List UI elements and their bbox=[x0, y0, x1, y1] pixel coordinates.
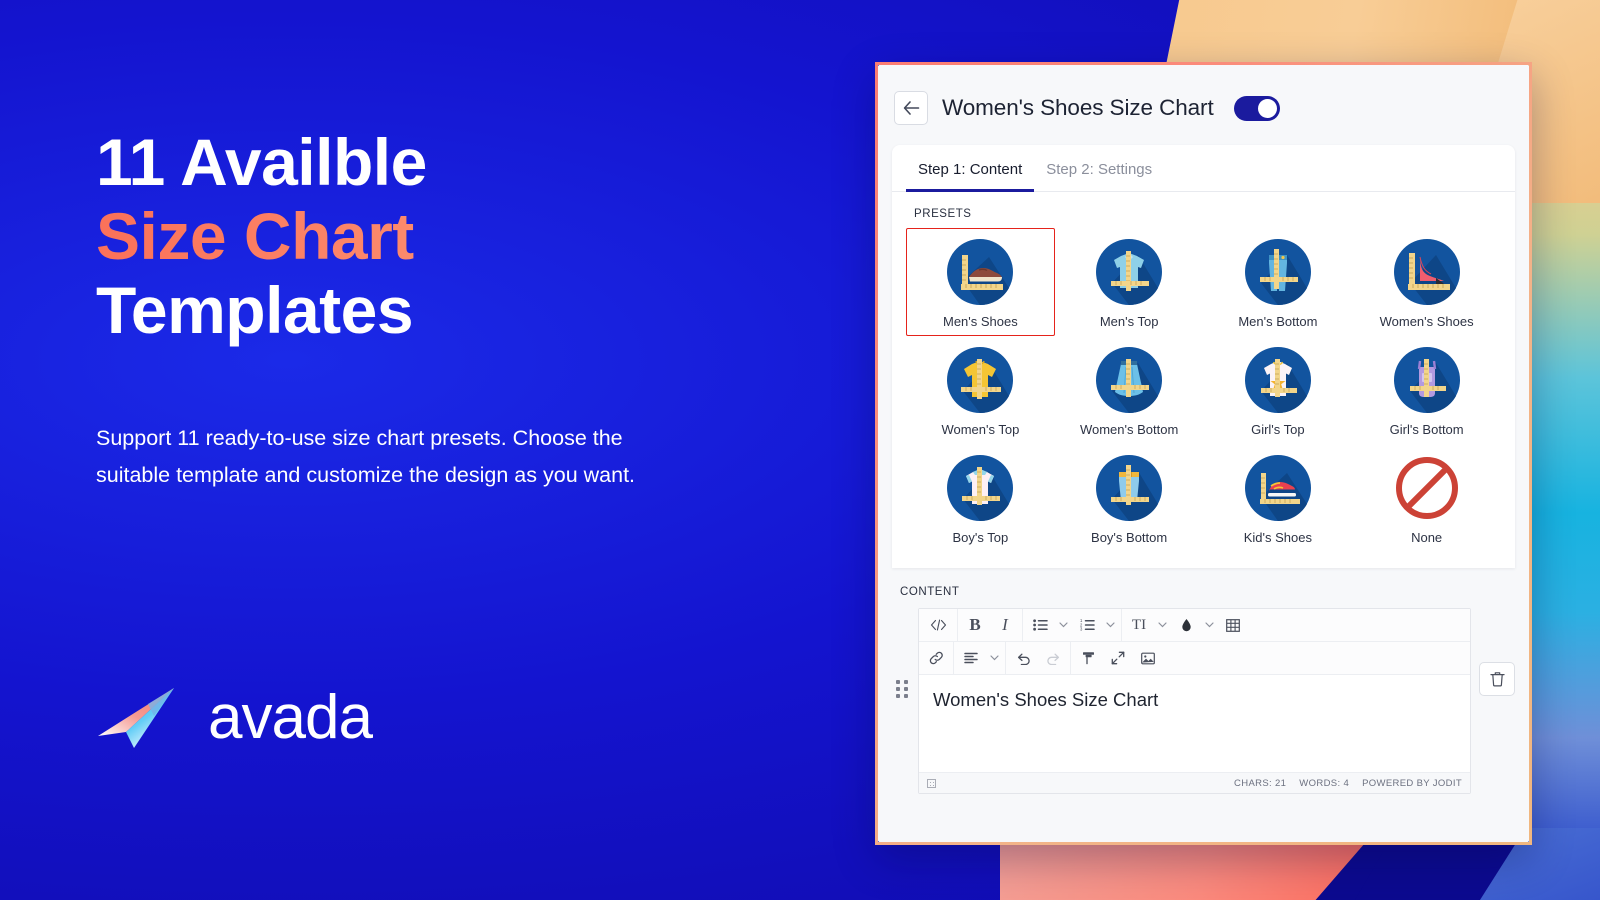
marketing-subcopy: Support 11 ready-to-use size chart prese… bbox=[96, 425, 636, 487]
font-size-chevron-down-icon[interactable] bbox=[1154, 610, 1171, 641]
bullet-list-icon[interactable] bbox=[1025, 610, 1055, 641]
preset-girls-top[interactable]: Girl's Top bbox=[1204, 336, 1353, 444]
content-section: CONTENT B I 1 2 3 TI Women's Shoes Size … bbox=[878, 568, 1529, 794]
paper-plane-logo-icon bbox=[98, 688, 174, 748]
mens-jeans-icon bbox=[1244, 239, 1311, 306]
womens-heel-icon bbox=[1393, 239, 1460, 306]
no-entry-icon bbox=[1395, 457, 1458, 519]
format-brush-icon[interactable] bbox=[1073, 643, 1103, 674]
step-tabs: Step 1: Content Step 2: Settings bbox=[892, 145, 1515, 192]
preset-label: Boy's Top bbox=[952, 530, 1009, 545]
back-button[interactable] bbox=[894, 91, 928, 125]
trash-icon bbox=[1489, 672, 1505, 687]
boys-shorts-icon bbox=[1096, 455, 1163, 522]
preset-label: Women's Top bbox=[941, 422, 1020, 437]
words-count: WORDS: 4 bbox=[1299, 777, 1350, 789]
preset-none[interactable]: None bbox=[1352, 444, 1501, 552]
italic-icon[interactable]: I bbox=[990, 610, 1020, 641]
editor-status-bar: CHARS: 21 WORDS: 4 POWERED BY JODIT bbox=[919, 772, 1470, 793]
preset-label: Girl's Bottom bbox=[1389, 422, 1464, 437]
drag-dots-icon[interactable] bbox=[894, 608, 910, 698]
womens-tshirt-icon bbox=[947, 347, 1014, 414]
align-left-icon[interactable] bbox=[956, 643, 986, 674]
image-icon[interactable] bbox=[1133, 643, 1163, 674]
editor-toolbar-row-1: B I 1 2 3 TI bbox=[919, 609, 1470, 642]
preset-label: Men's Shoes bbox=[943, 314, 1018, 329]
preset-mens-bottom[interactable]: Men's Bottom bbox=[1204, 228, 1353, 336]
enable-toggle[interactable] bbox=[1233, 95, 1280, 121]
preset-label: None bbox=[1411, 530, 1443, 545]
font-size-icon[interactable]: TI bbox=[1124, 610, 1154, 641]
preset-label: Girl's Top bbox=[1251, 422, 1305, 437]
redo-icon bbox=[1038, 643, 1068, 674]
chars-count: CHARS: 21 bbox=[1234, 777, 1287, 789]
undo-icon[interactable] bbox=[1008, 643, 1038, 674]
girls-tshirt-icon bbox=[1244, 347, 1311, 414]
numbered-list-chevron-down-icon[interactable] bbox=[1102, 610, 1119, 641]
powered-by-label: POWERED BY JODIT bbox=[1362, 777, 1462, 789]
app-header: Women's Shoes Size Chart bbox=[878, 65, 1529, 145]
text-color-chevron-down-icon[interactable] bbox=[1201, 610, 1218, 641]
page-title: Women's Shoes Size Chart bbox=[942, 95, 1214, 120]
kids-sneaker-icon bbox=[1244, 455, 1311, 522]
svg-text:3: 3 bbox=[1080, 627, 1083, 631]
align-chevron-down-icon[interactable] bbox=[986, 643, 1003, 674]
presets-card: Step 1: Content Step 2: Settings PRESETS bbox=[892, 145, 1515, 568]
preset-mens-shoes[interactable]: Men's Shoes bbox=[906, 228, 1055, 336]
avada-wordmark: avada bbox=[208, 683, 373, 752]
marketing-panel: 11 Availble Size Chart Templates Support… bbox=[96, 125, 796, 494]
presets-grid: Men's Shoes Men's Top Men's Bottom Women… bbox=[892, 226, 1515, 568]
preset-label: Men's Bottom bbox=[1238, 314, 1318, 329]
marketing-headline: 11 Availble Size Chart Templates bbox=[96, 125, 796, 348]
preset-girls-bottom[interactable]: Girl's Bottom bbox=[1352, 336, 1501, 444]
preset-womens-bottom[interactable]: Women's Bottom bbox=[1055, 336, 1204, 444]
girls-overall-icon bbox=[1393, 347, 1460, 414]
fullscreen-icon[interactable] bbox=[1103, 643, 1133, 674]
tab-step-1-content[interactable]: Step 1: Content bbox=[906, 145, 1035, 192]
editor-content-area[interactable]: Women's Shoes Size Chart bbox=[919, 675, 1470, 772]
editor-toolbar-row-2 bbox=[919, 642, 1470, 675]
presets-section-label: PRESETS bbox=[914, 208, 972, 220]
headline-line-2-accent: Size Chart bbox=[96, 199, 796, 274]
preset-womens-top[interactable]: Women's Top bbox=[906, 336, 1055, 444]
preset-label: Women's Bottom bbox=[1079, 422, 1179, 437]
headline-line-1: 11 Availble bbox=[96, 125, 427, 199]
text-color-icon[interactable] bbox=[1171, 610, 1201, 641]
link-icon[interactable] bbox=[921, 643, 951, 674]
table-icon[interactable] bbox=[1218, 610, 1248, 641]
preset-mens-top[interactable]: Men's Top bbox=[1055, 228, 1204, 336]
resize-grip-icon[interactable] bbox=[927, 778, 936, 788]
mens-shirt-icon bbox=[1096, 239, 1163, 306]
preset-boys-bottom[interactable]: Boy's Bottom bbox=[1055, 444, 1204, 552]
size-chart-app-panel: Women's Shoes Size Chart Step 1: Content… bbox=[875, 62, 1532, 845]
preset-kids-shoes[interactable]: Kid's Shoes bbox=[1204, 444, 1353, 552]
boys-tshirt-icon bbox=[947, 455, 1014, 522]
womens-skirt-icon bbox=[1096, 347, 1163, 414]
preset-boys-top[interactable]: Boy's Top bbox=[906, 444, 1055, 552]
content-section-label: CONTENT bbox=[900, 586, 960, 598]
avada-logo: avada bbox=[96, 682, 373, 754]
preset-label: Boy's Bottom bbox=[1091, 530, 1168, 545]
numbered-list-icon[interactable]: 123 bbox=[1072, 610, 1102, 641]
bold-icon[interactable]: B bbox=[960, 610, 990, 641]
arrow-left-icon bbox=[903, 101, 919, 115]
bullet-list-chevron-down-icon[interactable] bbox=[1055, 610, 1072, 641]
preset-label: Kid's Shoes bbox=[1243, 530, 1312, 545]
preset-label: Women's Shoes bbox=[1379, 314, 1474, 329]
tab-step-2-settings[interactable]: Step 2: Settings bbox=[1034, 145, 1164, 191]
mens-shoe-icon bbox=[947, 239, 1014, 306]
delete-button[interactable] bbox=[1479, 662, 1515, 696]
preset-label: Men's Top bbox=[1099, 314, 1159, 329]
headline-line-3: Templates bbox=[96, 272, 414, 347]
source-code-icon[interactable] bbox=[921, 610, 955, 641]
rich-text-editor: B I 1 2 3 TI Women's Shoes Size Chart CH… bbox=[918, 608, 1471, 794]
preset-womens-shoes[interactable]: Women's Shoes bbox=[1352, 228, 1501, 336]
